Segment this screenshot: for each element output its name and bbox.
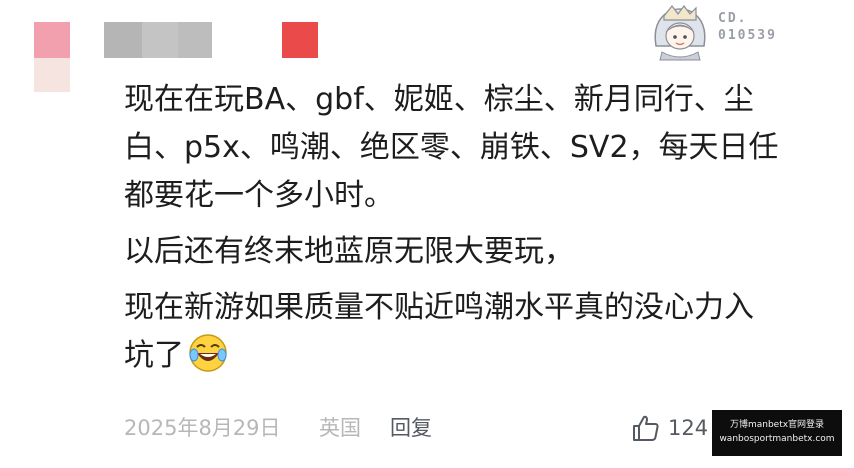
comment-body: 现在在玩BA、gbf、妮姬、棕尘、新月同行、尘 白、p5x、鸣潮、绝区零、崩铁、… — [124, 76, 824, 380]
pixelated-avatar-block[interactable] — [34, 22, 70, 58]
character-badge-icon — [654, 5, 706, 61]
comment-date: 2025年8月29日 — [124, 416, 281, 440]
user-badge: CD. 010539 — [648, 2, 838, 62]
comment-line-last: 坑了 — [124, 332, 824, 380]
comment-line: 现在新游如果质量不贴近鸣潮水平真的没心力入 — [124, 290, 754, 325]
comment-line-text: 坑了 — [124, 338, 184, 373]
pixelated-username-block[interactable] — [142, 22, 178, 58]
badge-code-line: CD. — [718, 11, 748, 26]
watermark-line: 万博manbetx官网登录 — [729, 420, 825, 430]
watermark: 万博manbetx官网登录 wanbosportmanbetx.com — [712, 410, 842, 456]
pixelated-username-block[interactable] — [178, 22, 212, 58]
comment-line: 白、p5x、鸣潮、绝区零、崩铁、SV2，每天日任 — [124, 130, 779, 165]
reply-button[interactable]: 回复 — [390, 408, 432, 448]
laughing-tears-emoji-icon — [188, 333, 228, 388]
comment-line: 以后还有终末地蓝原无限大要玩， — [124, 234, 574, 269]
comment-line: 现在在玩BA、gbf、妮姬、棕尘、新月同行、尘 — [124, 82, 754, 117]
pixelated-avatar-block[interactable] — [34, 58, 70, 92]
comment-location: 英国 — [319, 416, 361, 440]
badge-code: CD. 010539 — [718, 10, 777, 44]
badge-code-line: 010539 — [718, 28, 777, 43]
pixelated-user-tag-block — [282, 22, 318, 58]
like-count: 124 — [668, 416, 709, 440]
comment-line: 都要花一个多小时。 — [124, 178, 394, 213]
watermark-line: wanbosportmanbetx.com — [719, 434, 835, 444]
pixelated-username-block[interactable] — [104, 22, 142, 58]
thumbs-up-icon[interactable] — [630, 412, 662, 448]
